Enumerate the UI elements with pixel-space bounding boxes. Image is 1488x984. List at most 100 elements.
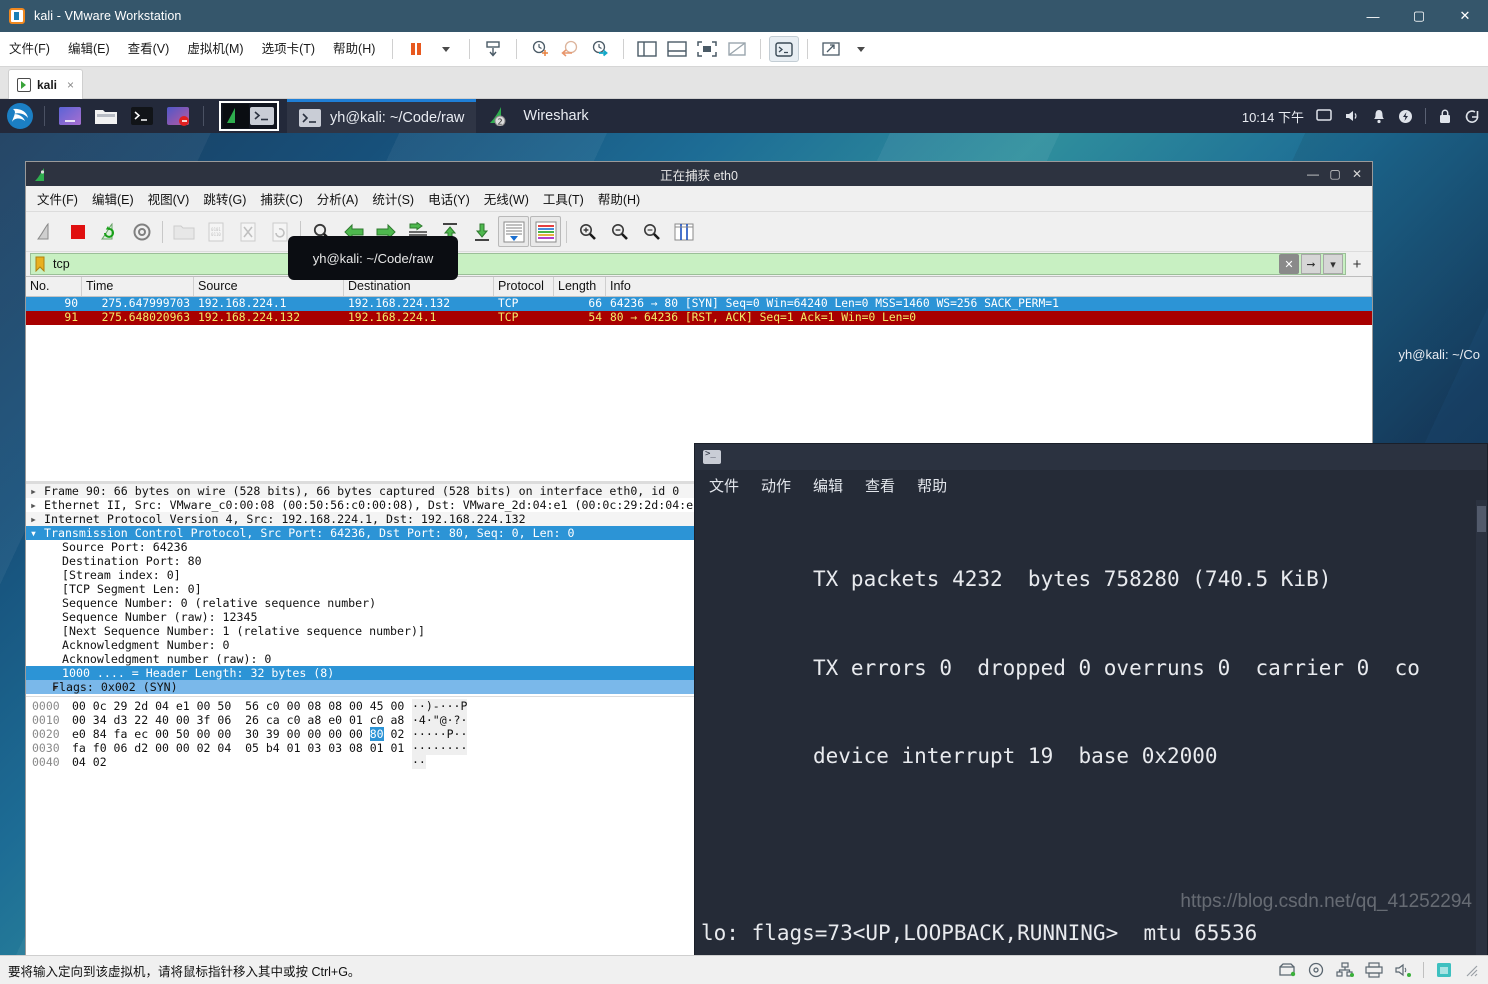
term-menu-edit[interactable]: 编辑 [813,475,843,496]
expand-arrow-icon[interactable]: ▸ [30,512,44,526]
apply-filter-icon[interactable]: ➞ [1301,254,1321,274]
ws-minimize-button[interactable]: — [1302,163,1324,185]
harddisk-icon[interactable] [1278,962,1296,978]
colorize-icon[interactable] [530,216,561,247]
ws-menu-help[interactable]: 帮助(H) [591,189,647,208]
close-file-icon[interactable] [232,216,263,247]
expand-arrow-icon[interactable]: ▸ [30,498,44,512]
terminal-scrollbar-thumb[interactable] [1477,506,1486,532]
terminal-output[interactable]: TX packets 4232 bytes 758280 (740.5 KiB)… [695,500,1487,955]
bookmark-icon[interactable] [31,254,49,274]
hex-bytes: e0 84 fa ec 00 50 00 00 30 39 00 00 00 0… [72,727,405,741]
screen-recorder-icon[interactable] [163,104,193,128]
pause-icon[interactable] [401,36,431,62]
cd-drive-icon[interactable] [1307,962,1325,978]
save-file-icon[interactable]: 0101 0110 [200,216,231,247]
display-filter-input[interactable]: tcp ✕ ➞ ▾ [30,253,1346,275]
term-menu-view[interactable]: 查看 [865,475,895,496]
collapse-arrow-icon[interactable]: ▾ [30,526,44,540]
stop-capture-icon[interactable] [62,216,93,247]
ws-menu-go[interactable]: 跳转(G) [196,189,253,208]
snapshot-icon[interactable] [478,36,508,62]
ws-menu-telephony[interactable]: 电话(Y) [421,189,477,208]
menu-edit[interactable]: 编辑(E) [59,39,119,59]
column-protocol[interactable]: Protocol [494,277,554,296]
terminal-scrollbar[interactable] [1476,500,1487,955]
zoom-out-icon[interactable] [604,216,635,247]
expand-arrow-icon[interactable]: ▸ [30,680,59,694]
kali-menu-icon[interactable] [3,101,37,131]
ws-menu-wireless[interactable]: 无线(W) [477,189,536,208]
add-filter-button[interactable]: + [1346,253,1368,275]
menu-tabs[interactable]: 选项卡(T) [253,39,324,59]
wireshark-window-controls[interactable]: — ▢ ✕ [1302,163,1372,185]
unity-mode-icon[interactable] [722,36,752,62]
sidebar-icon[interactable] [632,36,662,62]
taskbar-item-wireshark[interactable]: 2 Wireshark [476,99,600,133]
column-time[interactable]: Time [82,277,194,296]
clear-filter-icon[interactable]: ✕ [1279,254,1299,274]
shared-folder-icon[interactable] [1435,961,1453,979]
clock-label[interactable]: 10:14 下午 [1242,107,1304,126]
ws-menu-view[interactable]: 视图(V) [141,189,197,208]
console-view-icon[interactable] [662,36,692,62]
terminal-icon[interactable] [127,104,157,128]
filter-dropdown-icon[interactable]: ▾ [1323,254,1343,274]
ws-menu-statistics[interactable]: 统计(S) [365,189,421,208]
revert-snapshot-icon[interactable] [555,36,585,62]
resize-grip-icon[interactable] [1464,963,1478,977]
fullscreen-icon[interactable] [692,36,722,62]
restart-capture-icon[interactable] [94,216,125,247]
menu-vm[interactable]: 虚拟机(M) [178,39,252,59]
capture-options-icon[interactable] [126,216,157,247]
term-menu-file[interactable]: 文件 [709,475,739,496]
table-row[interactable]: 91 275.648020963 192.168.224.132 192.168… [26,311,1372,325]
taskbar-label-wireshark: Wireshark [523,108,589,124]
files-manager-icon[interactable] [55,104,85,128]
sound-icon[interactable] [1394,962,1412,978]
menu-help[interactable]: 帮助(H) [324,39,384,59]
ws-menu-capture[interactable]: 捕获(C) [253,189,309,208]
menu-view[interactable]: 查看(V) [119,39,179,59]
taskbar-item-terminal[interactable]: yh@kali: ~/Code/raw [287,99,477,133]
chevron-down-icon[interactable] [431,36,461,62]
column-no[interactable]: No. [26,277,82,296]
printer-icon[interactable] [1365,962,1383,978]
column-length[interactable]: Length [554,277,606,296]
menu-file[interactable]: 文件(F) [0,39,59,59]
ws-menu-analyze[interactable]: 分析(A) [310,189,366,208]
column-info[interactable]: Info [606,277,1372,296]
tab-close-icon[interactable]: × [67,78,74,92]
autoscroll-icon[interactable] [498,216,529,247]
ws-maximize-button[interactable]: ▢ [1324,163,1346,185]
zoom-in-icon[interactable] [572,216,603,247]
resize-columns-icon[interactable] [668,216,699,247]
ws-menu-tools[interactable]: 工具(T) [536,189,591,208]
ws-menu-file[interactable]: 文件(F) [30,189,85,208]
snapshot-manager-icon[interactable] [585,36,615,62]
table-row[interactable]: 90 275.647999703 192.168.224.1 192.168.2… [26,297,1372,311]
open-file-icon[interactable] [168,216,199,247]
ws-close-button[interactable]: ✕ [1346,163,1368,185]
terminal-icon[interactable] [769,36,800,62]
tab-kali[interactable]: kali × [8,69,84,99]
minimize-button[interactable]: — [1350,0,1396,32]
zoom-reset-icon[interactable] [636,216,667,247]
go-last-packet-icon[interactable] [466,216,497,247]
term-menu-actions[interactable]: 动作 [761,475,791,496]
network-icon[interactable] [1336,962,1354,978]
vmware-window-controls[interactable]: — ▢ ✕ [1350,0,1488,32]
active-window-indicator[interactable] [219,101,279,131]
start-capture-icon[interactable] [30,216,61,247]
terminal-line: TX packets 4232 bytes 758280 (740.5 KiB) [813,567,1332,591]
close-button[interactable]: ✕ [1442,0,1488,32]
folder-icon[interactable] [91,104,121,128]
term-menu-help[interactable]: 帮助 [917,475,947,496]
maximize-button[interactable]: ▢ [1396,0,1442,32]
stretch-icon[interactable] [816,36,846,62]
ws-menu-edit[interactable]: 编辑(E) [85,189,141,208]
terminal-line: TX errors 0 dropped 0 overruns 0 carrier… [813,655,1420,680]
stretch-dropdown-icon[interactable] [846,36,876,62]
take-snapshot-icon[interactable] [525,36,555,62]
expand-arrow-icon[interactable]: ▸ [30,484,44,498]
